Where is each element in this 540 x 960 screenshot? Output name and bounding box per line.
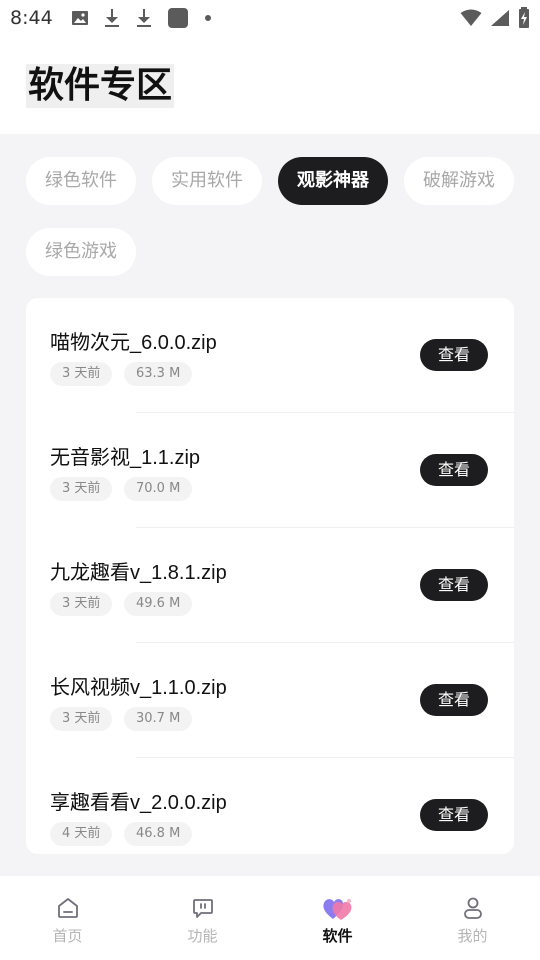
status-notification-icons (71, 7, 213, 29)
list-item: 享趣看看v_2.0.0.zip 4 天前 46.8 M 查看 (26, 758, 514, 854)
category-chip-cracked-games[interactable]: 破解游戏 (404, 157, 514, 205)
view-button[interactable]: 查看 (420, 454, 488, 486)
profile-icon (461, 896, 485, 924)
size-badge: 70.0 M (124, 477, 193, 501)
category-chip-utility-software[interactable]: 实用软件 (152, 157, 262, 205)
page-header: 软件专区 (0, 36, 540, 134)
file-name: 喵物次元_6.0.0.zip (50, 332, 217, 354)
category-chip-movie-tools[interactable]: 观影神器 (278, 157, 388, 205)
page-title: 软件专区 (26, 64, 175, 108)
view-button[interactable]: 查看 (420, 569, 488, 601)
dot-icon (203, 13, 213, 23)
nav-item-software[interactable]: 软件 (270, 876, 405, 960)
nav-item-home[interactable]: 首页 (0, 876, 135, 960)
nav-label-profile: 我的 (457, 927, 488, 945)
status-bar: 8:44 (0, 0, 540, 36)
list-item: 无音影视_1.1.zip 3 天前 70.0 M 查看 (26, 413, 514, 528)
home-icon (56, 896, 80, 924)
wifi-icon (460, 9, 482, 27)
time-badge: 3 天前 (50, 362, 113, 386)
file-name: 无音影视_1.1.zip (50, 447, 201, 469)
download-icon (135, 8, 153, 28)
time-badge: 3 天前 (50, 707, 113, 731)
nav-item-function[interactable]: 功能 (135, 876, 270, 960)
size-badge: 46.8 M (124, 822, 193, 846)
list-item: 长风视频v_1.1.0.zip 3 天前 30.7 M 查看 (26, 643, 514, 758)
app-square-icon (167, 7, 189, 29)
size-badge: 30.7 M (124, 707, 193, 731)
file-name: 长风视频v_1.1.0.zip (50, 677, 227, 699)
view-button[interactable]: 查看 (420, 799, 488, 831)
time-badge: 3 天前 (50, 592, 113, 616)
category-chip-green-games[interactable]: 绿色游戏 (26, 228, 136, 276)
nav-item-profile[interactable]: 我的 (405, 876, 540, 960)
size-badge: 49.6 M (124, 592, 193, 616)
bottom-nav: 首页 功能 软件 我的 (0, 876, 540, 960)
view-button[interactable]: 查看 (420, 339, 488, 371)
battery-charging-icon (518, 7, 530, 29)
image-icon (71, 9, 89, 27)
download-icon (103, 8, 121, 28)
function-icon (191, 896, 215, 924)
nav-label-home: 首页 (52, 927, 83, 945)
file-name: 享趣看看v_2.0.0.zip (50, 792, 227, 814)
status-time: 8:44 (10, 7, 53, 29)
list-item: 喵物次元_6.0.0.zip 3 天前 63.3 M 查看 (26, 298, 514, 413)
time-badge: 4 天前 (50, 822, 113, 846)
file-name: 九龙趣看v_1.8.1.zip (50, 562, 227, 584)
category-chip-green-software[interactable]: 绿色软件 (26, 157, 136, 205)
nav-label-function: 功能 (187, 927, 218, 945)
heart-software-icon (322, 896, 354, 926)
view-button[interactable]: 查看 (420, 684, 488, 716)
nav-label-software: 软件 (322, 927, 353, 945)
file-list: 喵物次元_6.0.0.zip 3 天前 63.3 M 查看 无音影视_1.1.z… (26, 298, 514, 854)
status-system-icons (460, 7, 530, 29)
list-item: 九龙趣看v_1.8.1.zip 3 天前 49.6 M 查看 (26, 528, 514, 643)
signal-icon (490, 9, 510, 27)
size-badge: 63.3 M (124, 362, 193, 386)
time-badge: 3 天前 (50, 477, 113, 501)
